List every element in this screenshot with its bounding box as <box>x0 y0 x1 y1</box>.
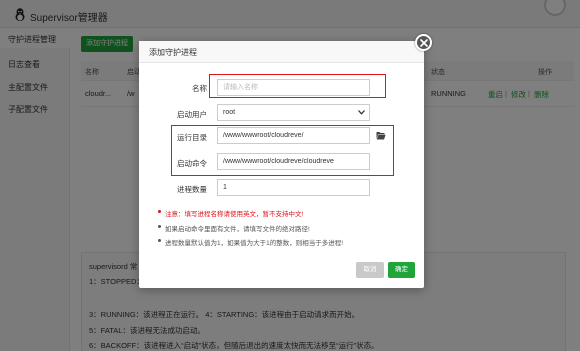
add-daemon-dialog: 添加守护进程 名称 启动用户 root 运行目录 启动命令 进程数量 注意：填写… <box>139 34 432 288</box>
cancel-button[interactable]: 取消 <box>356 262 384 278</box>
bullet-icon <box>158 210 161 213</box>
name-label: 名称 <box>192 84 207 93</box>
highlight-box-name <box>209 74 386 98</box>
user-select[interactable]: root <box>217 104 370 121</box>
tip-process-count: 进程数量默认值为1，如果值为大于1的整数，则相当于多进程! <box>158 237 343 247</box>
confirm-button[interactable]: 确定 <box>388 262 415 278</box>
close-icon[interactable] <box>415 34 432 51</box>
tip-english-name: 注意：填写进程名称请使用英文，暂不支持中文! <box>158 208 303 218</box>
dialog-title: 添加守护进程 <box>149 48 197 57</box>
user-label: 启动用户 <box>177 110 207 119</box>
count-label: 进程数量 <box>177 185 207 194</box>
tip-absolute-path: 如果启动命令里面有文件，请填写文件的绝对路径! <box>158 223 310 233</box>
process-count-input[interactable] <box>217 179 370 196</box>
bullet-icon <box>158 225 161 228</box>
dialog-header: 添加守护进程 <box>139 41 424 63</box>
highlight-box-path <box>171 125 394 176</box>
user-select-value: root <box>223 109 236 116</box>
bullet-icon <box>158 239 161 242</box>
chevron-down-icon <box>358 110 365 115</box>
